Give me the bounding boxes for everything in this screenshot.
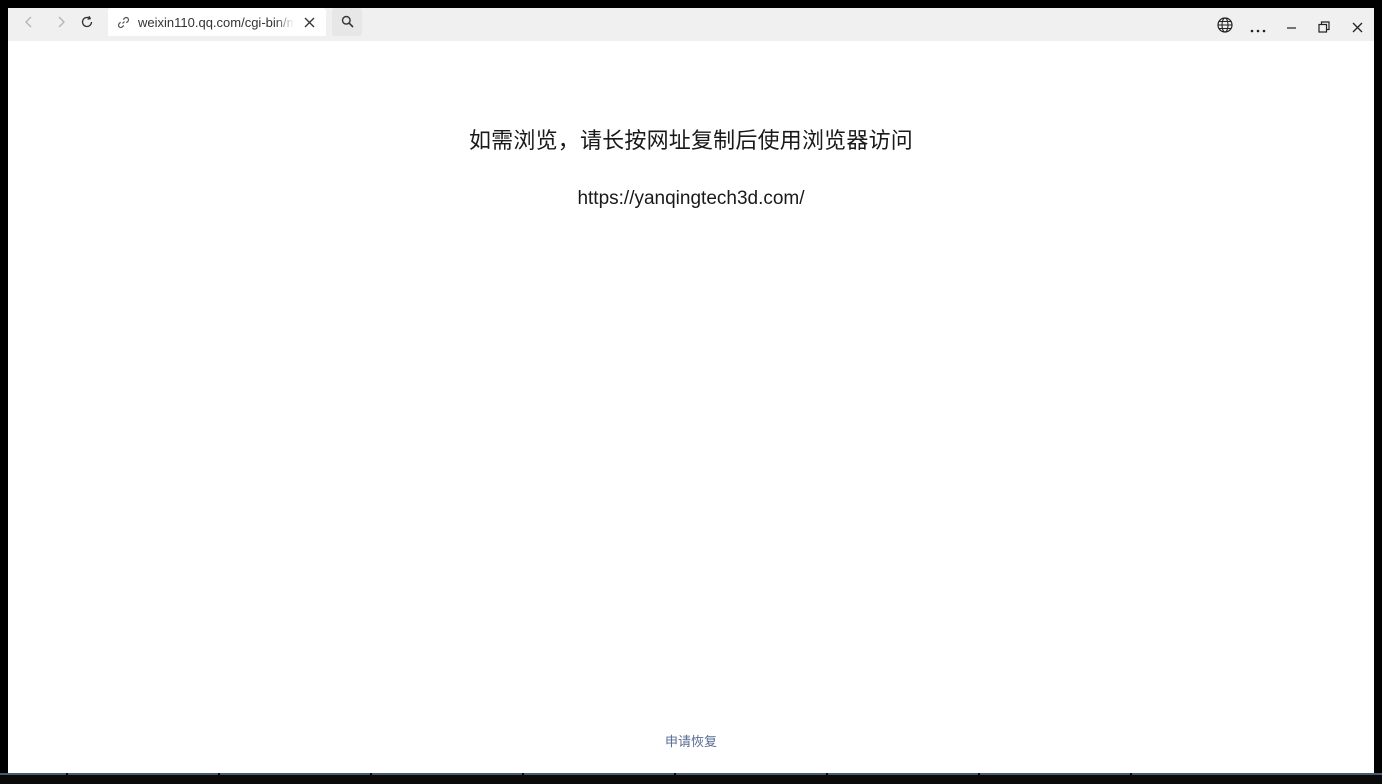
- minimize-button[interactable]: [1277, 14, 1305, 40]
- minimize-icon: [1286, 18, 1297, 37]
- footer: 申请恢复: [8, 731, 1374, 750]
- reload-icon: [80, 15, 94, 29]
- address-bar[interactable]: weixin110.qq.com/cgi-bin/mmspamsupport-b…: [108, 8, 326, 36]
- page-message: 如需浏览，请长按网址复制后使用浏览器访问: [468, 129, 913, 154]
- page-content: 如需浏览，请长按网址复制后使用浏览器访问 https://yanqingtech…: [8, 41, 1374, 773]
- address-url[interactable]: weixin110.qq.com/cgi-bin/mmspamsupport-b…: [138, 15, 294, 30]
- search-icon: [341, 13, 354, 32]
- close-window-button[interactable]: [1343, 14, 1371, 40]
- close-icon: [1352, 18, 1363, 37]
- back-button[interactable]: [14, 8, 44, 36]
- appeal-link[interactable]: 申请恢复: [665, 735, 717, 750]
- restore-icon: [1318, 18, 1330, 37]
- taskbar-edge: [0, 773, 1382, 784]
- chevron-left-icon: [22, 15, 36, 29]
- globe-icon: [1217, 17, 1233, 37]
- blocked-url[interactable]: https://yanqingtech3d.com/: [8, 188, 1374, 210]
- more-icon: [1250, 18, 1266, 37]
- reload-button[interactable]: [72, 8, 102, 36]
- close-icon[interactable]: [302, 15, 316, 29]
- browser-window: weixin110.qq.com/cgi-bin/mmspamsupport-b…: [8, 8, 1374, 773]
- link-icon: [116, 15, 130, 29]
- chevron-right-icon: [54, 15, 68, 29]
- search-button[interactable]: [332, 8, 362, 36]
- restore-button[interactable]: [1310, 14, 1338, 40]
- browser-toolbar: weixin110.qq.com/cgi-bin/mmspamsupport-b…: [8, 8, 1374, 41]
- globe-button[interactable]: [1211, 14, 1239, 40]
- more-button[interactable]: [1244, 14, 1272, 40]
